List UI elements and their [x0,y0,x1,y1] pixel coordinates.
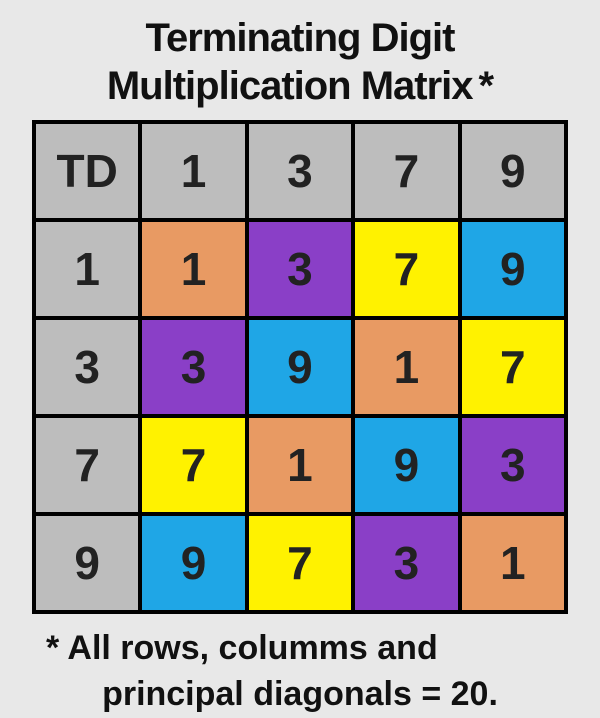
title-asterisk: * [479,64,494,108]
matrix-cell: 1 [460,514,566,612]
matrix-cell: 3 [460,416,566,514]
multiplication-matrix: TD 1 3 7 9 1 1 3 7 9 3 3 9 1 7 7 7 1 9 3 [32,120,568,614]
table-row: 9 9 7 3 1 [34,514,566,612]
table-row: 7 7 1 9 3 [34,416,566,514]
row-header: 3 [34,318,140,416]
footnote: * All rows, columms and principal diagon… [38,626,562,718]
matrix-cell: 1 [140,220,246,318]
col-header: 3 [247,122,353,220]
matrix-cell: 7 [247,514,353,612]
row-header: 9 [34,514,140,612]
matrix-cell: 1 [353,318,459,416]
row-header: 1 [34,220,140,318]
matrix-cell: 9 [247,318,353,416]
table-row: 3 3 9 1 7 [34,318,566,416]
header-row: TD 1 3 7 9 [34,122,566,220]
matrix-card: Terminating Digit Multiplication Matrix*… [20,0,580,718]
matrix-cell: 3 [140,318,246,416]
matrix-cell: 3 [247,220,353,318]
matrix-cell: 9 [353,416,459,514]
matrix-cell: 3 [353,514,459,612]
title-line-2-text: Multiplication Matrix [107,64,473,108]
matrix-cell: 7 [140,416,246,514]
matrix-cell: 9 [460,220,566,318]
table-row: 1 1 3 7 9 [34,220,566,318]
corner-cell: TD [34,122,140,220]
col-header: 9 [460,122,566,220]
title-line-1: Terminating Digit [32,14,568,62]
card-title: Terminating Digit Multiplication Matrix* [32,14,568,110]
title-line-2: Multiplication Matrix* [32,62,568,110]
footnote-line-2: principal diagonals = 20. [38,672,562,718]
row-header: 7 [34,416,140,514]
matrix-cell: 1 [247,416,353,514]
matrix-cell: 7 [460,318,566,416]
matrix-cell: 7 [353,220,459,318]
col-header: 1 [140,122,246,220]
footnote-line-1: * All rows, columms and [38,626,562,672]
col-header: 7 [353,122,459,220]
matrix-cell: 9 [140,514,246,612]
